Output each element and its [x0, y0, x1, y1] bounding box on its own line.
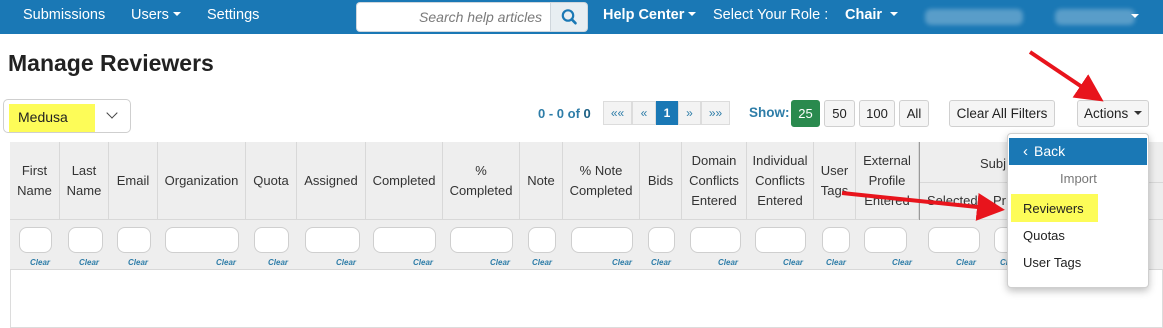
caret-down-icon [890, 12, 899, 17]
clear-filter-link[interactable]: Clear [490, 258, 510, 267]
pager-info-total: 0 [583, 106, 591, 121]
pager-last-button[interactable]: »» [701, 101, 730, 125]
column-filter-input[interactable] [165, 227, 239, 253]
nav-help-center[interactable]: Help Center [603, 7, 697, 23]
pager-info: 0 - 0 of 0 [538, 106, 591, 121]
clear-filter-link[interactable]: Clear [783, 258, 803, 267]
column-filter-input[interactable] [305, 227, 360, 253]
show-25-button[interactable]: 25 [791, 100, 820, 127]
column-filter-input[interactable] [648, 227, 675, 253]
column-filter-input[interactable] [928, 227, 980, 253]
nav-submissions[interactable]: Submissions [23, 7, 105, 23]
show-all-button[interactable]: All [899, 100, 929, 127]
col-organization[interactable]: Organization [158, 142, 246, 220]
clear-all-filters-button[interactable]: Clear All Filters [949, 100, 1055, 127]
pager-info-prefix: 0 - 0 of [538, 106, 584, 121]
menu-item-quotas[interactable]: Quotas [1023, 228, 1065, 243]
clear-filter-link[interactable]: Clear [336, 258, 356, 267]
col-individual-conflicts[interactable]: Individual Conflicts Entered [747, 142, 814, 220]
pager-page-1[interactable]: 1 [656, 101, 678, 125]
col-email[interactable]: Email [109, 142, 158, 220]
menu-item-reviewers[interactable]: Reviewers [1023, 201, 1084, 216]
col-note[interactable]: Note [520, 142, 563, 220]
column-filter-input[interactable] [373, 227, 436, 253]
clear-filter-link[interactable]: Clear [718, 258, 738, 267]
col-primary[interactable]: Pr [993, 193, 1006, 208]
column-filter-input[interactable] [528, 227, 556, 253]
role-label: Select Your Role : [713, 7, 829, 23]
clear-filter-link[interactable]: Clear [79, 258, 99, 267]
clear-filter-link[interactable]: Clear [413, 258, 433, 267]
help-search-input[interactable]: Search help articles [356, 2, 550, 32]
column-filter-input[interactable] [450, 227, 513, 253]
nav-settings[interactable]: Settings [207, 7, 259, 23]
column-filter-input[interactable] [68, 227, 103, 253]
col-external-profile[interactable]: External Profile Entered [856, 142, 919, 220]
chevron-left-icon: ‹ [1023, 143, 1028, 160]
col-user-tags[interactable]: User Tags [814, 142, 856, 220]
pager-next-button[interactable]: » [678, 101, 701, 125]
search-icon [561, 9, 577, 25]
col-completed[interactable]: Completed [366, 142, 443, 220]
nav-users[interactable]: Users [131, 7, 181, 23]
menu-back-button[interactable]: ‹ Back [1009, 138, 1147, 165]
clear-filter-link[interactable]: Clear [826, 258, 846, 267]
clear-filter-link[interactable]: Clear [956, 258, 976, 267]
column-filter-input[interactable] [19, 227, 52, 253]
role-selector[interactable]: Chair [845, 7, 899, 23]
clear-filter-link[interactable]: Clear [128, 258, 148, 267]
clear-filter-link[interactable]: Clear [30, 258, 50, 267]
actions-label: Actions [1084, 106, 1129, 121]
col-quota[interactable]: Quota [246, 142, 297, 220]
column-filter-input[interactable] [117, 227, 151, 253]
actions-button[interactable]: Actions [1077, 100, 1149, 127]
caret-down-icon [1131, 14, 1139, 18]
pager-prev-button[interactable]: « [632, 101, 656, 125]
col-domain-conflicts[interactable]: Domain Conflicts Entered [682, 142, 747, 220]
clear-filter-link[interactable]: Clear [268, 258, 288, 267]
role-value: Chair [845, 7, 883, 23]
pager-first-button[interactable]: «« [603, 101, 632, 125]
column-filter-input[interactable] [864, 227, 907, 253]
menu-back-label: Back [1034, 143, 1066, 159]
arrow-to-actions [1028, 50, 1104, 102]
clear-filter-link[interactable]: Clear [216, 258, 236, 267]
conference-selected-value: Medusa [18, 109, 68, 125]
column-filter-input[interactable] [822, 227, 850, 253]
caret-down-icon [1134, 111, 1143, 116]
blurred-user-menu[interactable] [1055, 9, 1135, 25]
caret-down-icon [688, 12, 697, 17]
show-label: Show: [749, 105, 790, 120]
clear-filter-link[interactable]: Clear [532, 258, 552, 267]
nav-users-label: Users [131, 7, 169, 23]
column-filter-input[interactable] [690, 227, 741, 253]
column-filter-input[interactable] [571, 227, 633, 253]
col-bids[interactable]: Bids [640, 142, 682, 220]
menu-item-user-tags[interactable]: User Tags [1023, 255, 1081, 270]
col-percent-note-completed[interactable]: % Note Completed [563, 142, 640, 220]
show-50-button[interactable]: 50 [824, 100, 855, 127]
caret-down-icon [172, 12, 181, 17]
clear-filter-link[interactable]: Clear [612, 258, 632, 267]
menu-section-import: Import [1060, 171, 1097, 186]
search-button[interactable] [550, 2, 588, 32]
help-center-label: Help Center [603, 7, 685, 23]
page-title: Manage Reviewers [8, 50, 214, 76]
col-last-name[interactable]: Last Name [60, 142, 109, 220]
blurred-username[interactable] [925, 9, 1023, 25]
column-filter-input[interactable] [755, 227, 806, 253]
col-assigned[interactable]: Assigned [297, 142, 366, 220]
clear-filter-link[interactable]: Clear [892, 258, 912, 267]
clear-filter-link[interactable]: Clear [651, 258, 671, 267]
show-100-button[interactable]: 100 [859, 100, 895, 127]
column-filter-input[interactable] [254, 227, 289, 253]
col-selected[interactable]: Selected [927, 193, 978, 208]
col-percent-completed[interactable]: % Completed [443, 142, 520, 220]
col-first-name[interactable]: First Name [10, 142, 60, 220]
